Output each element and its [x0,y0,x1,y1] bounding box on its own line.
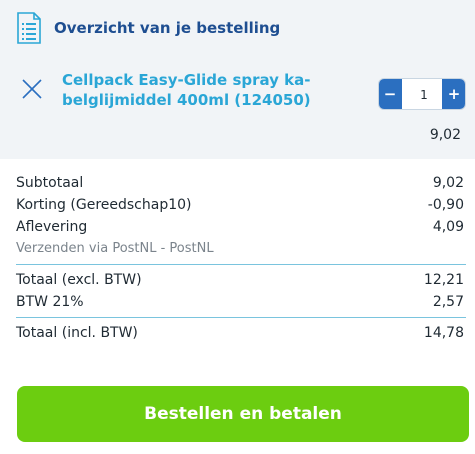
vat-row: BTW 21% 2,57 [16,291,466,313]
quantity-stepper: − + [378,78,466,110]
divider [16,264,466,265]
total-excl-row: Totaal (excl. BTW) 12,21 [16,269,466,291]
subtotal-value: 9,02 [432,175,464,191]
close-icon[interactable] [21,78,43,100]
page-title: Overzicht van je bestelling [54,19,281,37]
discount-value: -0,90 [427,197,464,213]
vat-value: 2,57 [432,294,464,310]
product-name[interactable]: Cellpack Easy-Glide spray ka- belglijmid… [62,70,342,110]
shipping-note-row: Verzenden via PostNL - PostNL [16,238,466,260]
total-excl-label: Totaal (excl. BTW) [16,272,142,288]
product-price: 9,02 [429,127,461,143]
vat-label: BTW 21% [16,294,84,310]
shipping-note: Verzenden via PostNL - PostNL [16,241,214,256]
delivery-row: Aflevering 4,09 [16,216,466,238]
order-summary-panel: Overzicht van je bestelling Cellpack Eas… [0,0,475,454]
subtotal-row: Subtotaal 9,02 [16,172,466,194]
document-list-icon [17,12,41,44]
delivery-value: 4,09 [432,219,464,235]
increase-quantity-button[interactable]: + [442,79,465,109]
total-incl-value: 14,78 [423,325,464,341]
order-summary-header: Overzicht van je bestelling [0,0,475,57]
decrease-quantity-button[interactable]: − [379,79,402,109]
checkout-button[interactable]: Bestellen en betalen [17,386,469,442]
total-incl-row: Totaal (incl. BTW) 14,78 [16,322,466,344]
discount-row: Korting (Gereedschap10) -0,90 [16,194,466,216]
quantity-input[interactable] [403,79,445,109]
price-summary: Subtotaal 9,02 Korting (Gereedschap10) -… [16,172,466,344]
product-name-line-2: belglijmiddel 400ml (124050) [62,91,311,109]
discount-label: Korting (Gereedschap10) [16,197,192,213]
subtotal-label: Subtotaal [16,175,84,191]
total-incl-label: Totaal (incl. BTW) [16,325,138,341]
delivery-label: Aflevering [16,219,88,235]
total-excl-value: 12,21 [423,272,464,288]
product-name-line-1: Cellpack Easy-Glide spray ka- [62,71,311,89]
divider [16,317,466,318]
